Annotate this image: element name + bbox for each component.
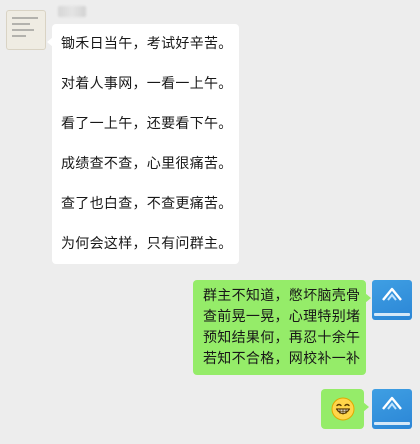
message-line: 成绩查不查，心里很痛苦。 [61, 156, 233, 172]
outgoing-avatar[interactable] [372, 280, 412, 320]
incoming-avatar[interactable] [6, 10, 46, 50]
handwritten-note-icon [12, 17, 40, 41]
message-line: 查前晃一晃，心理特别堵 [203, 309, 361, 325]
outgoing-emoji-bubble[interactable] [321, 389, 369, 429]
message-line: 为何会这样，只有问群主。 [61, 236, 233, 252]
outgoing-message-bubble[interactable]: 群主不知道，憋坏脑壳骨 查前晃一晃，心理特别堵 预知结果何，再忍十余午 若知不合… [193, 280, 371, 375]
outgoing-avatar[interactable] [372, 389, 412, 429]
message-line: 对着人事网，一看一上午。 [61, 76, 233, 92]
message-line: 锄禾日当午，考试好辛苦。 [61, 36, 233, 52]
brand-logo-icon [382, 396, 402, 410]
incoming-message-bubble[interactable]: 锄禾日当午，考试好辛苦。 对着人事网，一看一上午。 看了一上午，还要看下午。 成… [47, 24, 239, 264]
message-line: 群主不知道，憋坏脑壳骨 [203, 288, 361, 304]
sender-name-blurred [58, 6, 86, 17]
brand-logo-text [374, 313, 410, 316]
grinning-face-emoji-icon [331, 397, 354, 421]
message-line: 看了一上午，还要看下午。 [61, 116, 233, 132]
message-line: 预知结果何，再忍十余午 [203, 330, 361, 346]
brand-logo-icon [382, 287, 402, 301]
brand-logo-text [374, 422, 410, 425]
message-line: 若知不合格，网校补一补 [203, 351, 361, 367]
message-line: 查了也白查，不查更痛苦。 [61, 196, 233, 212]
